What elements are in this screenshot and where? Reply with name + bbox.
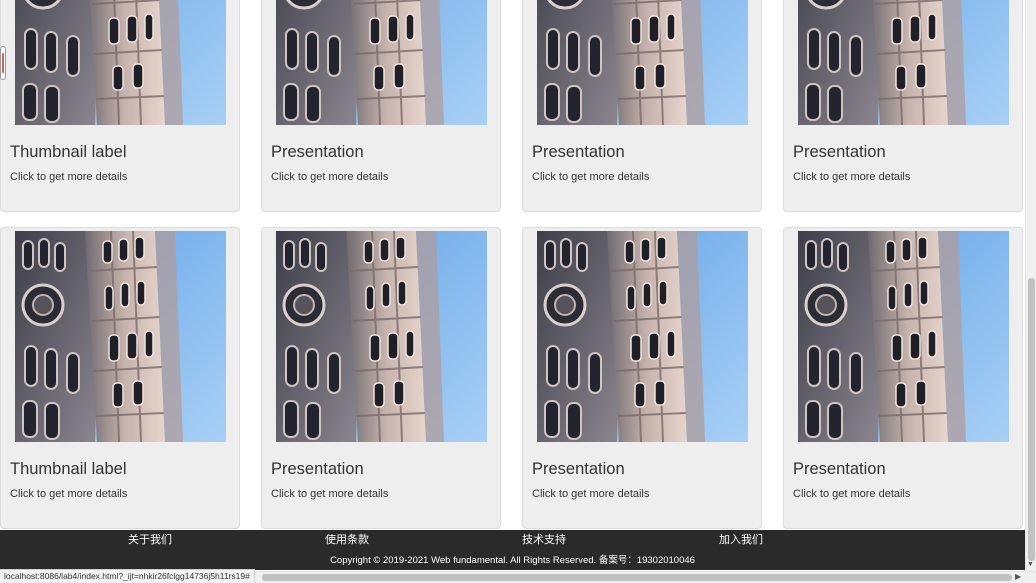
card-title: Presentation xyxy=(271,143,364,161)
card-title: Presentation xyxy=(532,460,625,478)
footer-link-about[interactable]: 关于我们 xyxy=(128,531,172,547)
card-description: Click to get more details xyxy=(793,488,911,500)
card-title: Thumbnail label xyxy=(10,143,127,161)
thumbnail-card[interactable]: Presentation Click to get more details xyxy=(522,0,762,212)
tower-thumbnail-image[interactable] xyxy=(15,0,226,125)
status-bar-url: localhost:8086/lab4/index.html?_ijt=nhki… xyxy=(0,569,255,583)
tower-thumbnail-image[interactable] xyxy=(798,0,1009,125)
site-footer: 关于我们 使用条款 技术支持 加入我们 Copyright © 2019-202… xyxy=(0,530,1025,570)
footer-link-join[interactable]: 加入我们 xyxy=(719,531,763,547)
resize-handle[interactable] xyxy=(0,46,6,80)
card-title: Presentation xyxy=(793,143,886,161)
tower-thumbnail-image[interactable] xyxy=(15,231,226,442)
tower-thumbnail-image[interactable] xyxy=(537,0,748,125)
vertical-scrollbar-thumb[interactable] xyxy=(1028,278,1035,561)
card-description: Click to get more details xyxy=(532,171,650,183)
thumbnail-card[interactable]: Thumbnail label Click to get more detail… xyxy=(0,0,240,212)
scroll-right-arrow-icon[interactable]: ▶ xyxy=(1015,572,1021,581)
tower-thumbnail-image[interactable] xyxy=(537,231,748,442)
vertical-scrollbar[interactable]: ▼ xyxy=(1025,0,1036,571)
tower-thumbnail-image[interactable] xyxy=(276,0,487,125)
card-title: Presentation xyxy=(532,143,625,161)
thumbnail-card[interactable]: Presentation Click to get more details xyxy=(261,227,501,529)
page: Thumbnail label Click to get more detail… xyxy=(0,0,1036,583)
thumbnail-card[interactable]: Thumbnail label Click to get more detail… xyxy=(0,227,240,529)
card-description: Click to get more details xyxy=(532,488,650,500)
tower-thumbnail-image[interactable] xyxy=(276,231,487,442)
card-title: Presentation xyxy=(271,460,364,478)
card-description: Click to get more details xyxy=(10,171,128,183)
thumbnail-card[interactable]: Presentation Click to get more details xyxy=(261,0,501,212)
footer-link-support[interactable]: 技术支持 xyxy=(522,531,566,547)
thumbnail-card[interactable]: Presentation Click to get more details xyxy=(783,227,1023,529)
card-title: Presentation xyxy=(793,460,886,478)
card-description: Click to get more details xyxy=(271,488,389,500)
card-description: Click to get more details xyxy=(793,171,911,183)
copyright-text: Copyright © 2019-2021 Web fundamental. A… xyxy=(330,555,695,566)
thumbnail-card[interactable]: Presentation Click to get more details xyxy=(522,227,762,529)
footer-link-terms[interactable]: 使用条款 xyxy=(325,531,369,547)
thumbnail-card[interactable]: Presentation Click to get more details xyxy=(783,0,1023,212)
tower-thumbnail-image[interactable] xyxy=(798,231,1009,442)
card-description: Click to get more details xyxy=(10,488,128,500)
card-title: Thumbnail label xyxy=(10,460,127,478)
horizontal-scrollbar-thumb[interactable] xyxy=(262,574,1012,581)
scroll-down-arrow-icon[interactable]: ▼ xyxy=(1027,561,1034,568)
card-description: Click to get more details xyxy=(271,171,389,183)
